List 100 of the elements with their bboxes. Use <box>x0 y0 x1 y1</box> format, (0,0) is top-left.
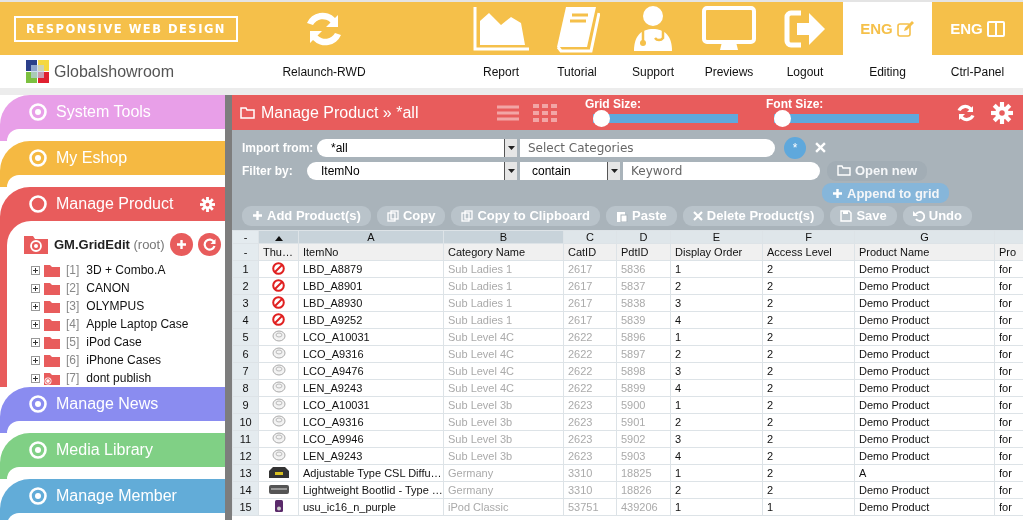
expand-icon[interactable] <box>31 319 40 329</box>
tree-item-label[interactable]: CANON <box>86 281 130 295</box>
ring-thumbnail <box>270 414 287 428</box>
table-cell: Demo Product <box>854 260 995 278</box>
table-cell: 1 <box>670 498 763 516</box>
column-letter[interactable]: B <box>443 230 564 244</box>
table-cell: A <box>854 464 995 482</box>
tree-item-label[interactable]: dont publish <box>86 371 152 385</box>
tree-item[interactable]: [2] CANON <box>23 279 225 297</box>
nav-label[interactable]: Tutorial <box>557 64 597 79</box>
tree-item[interactable]: [4] Apple Laptop Case <box>23 315 225 333</box>
expand-icon[interactable] <box>31 337 40 347</box>
table-cell: Demo Product <box>854 430 995 448</box>
tree-item-label[interactable]: 3D + Combo.A <box>86 263 166 277</box>
keyword-field[interactable]: Keyword <box>623 161 820 180</box>
nav-label[interactable]: Relaunch-RWD <box>282 64 366 79</box>
nav-label[interactable]: Logout <box>786 64 824 79</box>
column-letter[interactable]: G <box>854 230 995 244</box>
expand-icon[interactable] <box>31 283 40 293</box>
tree-root-label: GM.GridEdit (root) <box>54 236 165 252</box>
table-cell: 2 <box>670 277 763 295</box>
table-cell: LEN_A9243 <box>298 447 444 465</box>
table-cell: 2 <box>670 345 763 363</box>
slider-thumb[interactable] <box>774 110 791 127</box>
expand-icon[interactable] <box>31 373 40 383</box>
folder-icon <box>43 334 61 350</box>
column-letter[interactable]: A <box>298 230 444 244</box>
monitor-icon <box>702 5 756 52</box>
table-cell: LBD_A8901 <box>298 277 444 295</box>
table-cell: 2622 <box>563 379 617 397</box>
column-letter[interactable]: E <box>670 230 763 244</box>
tree-item[interactable]: [7] dont publish <box>23 369 225 387</box>
column-letter[interactable]: - <box>232 230 259 244</box>
field-label: Filter by: <box>242 163 294 178</box>
table-cell: 439206 <box>616 498 671 516</box>
settings-icon[interactable] <box>200 196 215 212</box>
ring-thumbnail <box>270 363 287 377</box>
table-cell: 2 <box>762 260 855 278</box>
table-cell: 5901 <box>616 413 671 431</box>
tree-item-label[interactable]: iPhone Cases <box>86 353 162 367</box>
table-cell: Sub Level 4C <box>443 362 564 380</box>
list-view-icon[interactable] <box>497 103 519 122</box>
blocked-icon <box>272 278 285 292</box>
slider-thumb[interactable] <box>593 110 610 127</box>
tree-item[interactable]: [5] iPod Case <box>23 333 225 351</box>
table-cell: LCO_A9476 <box>298 362 444 380</box>
settings-icon[interactable] <box>991 101 1013 124</box>
caret-icon[interactable] <box>610 168 618 173</box>
refresh-icon <box>202 237 216 251</box>
size-slider[interactable] <box>593 110 738 127</box>
tree-item[interactable]: [1] 3D + Combo.A <box>23 261 225 279</box>
folder-icon <box>43 352 61 368</box>
table-cell: 2 <box>670 481 763 499</box>
copy-icon <box>461 209 474 222</box>
table-cell: Germany <box>443 464 564 482</box>
column-letter[interactable] <box>258 230 299 244</box>
close-icon[interactable] <box>815 142 826 153</box>
operator-dropdown[interactable]: contain <box>520 161 620 180</box>
columns-icon <box>986 20 1005 37</box>
expand-icon[interactable] <box>31 265 40 275</box>
column-letter[interactable]: C <box>563 230 617 244</box>
table-cell: 5837 <box>616 277 671 295</box>
language-label: ENG <box>860 20 893 37</box>
grid-view-icon[interactable] <box>533 103 557 122</box>
tree-item-label[interactable]: OLYMPUS <box>86 299 145 313</box>
table-cell: 2 <box>762 481 855 499</box>
table-cell: Sub Level 4C <box>443 345 564 363</box>
logo-icon <box>26 60 49 83</box>
tree-item-label[interactable]: iPod Case <box>86 335 142 349</box>
table-cell: 1 <box>670 260 763 278</box>
sort-up-icon[interactable] <box>274 236 283 241</box>
refresh-button[interactable] <box>197 232 221 256</box>
field-dropdown[interactable]: ItemNo <box>307 161 517 180</box>
tree-item[interactable]: [3] OLYMPUS <box>23 297 225 315</box>
size-slider[interactable] <box>774 110 919 127</box>
expand-icon[interactable] <box>31 301 40 311</box>
nav-label[interactable]: Previews <box>704 64 754 79</box>
table-cell: 5896 <box>616 328 671 346</box>
caret-icon[interactable] <box>507 168 515 173</box>
folder-icon <box>23 233 49 255</box>
column-letter[interactable]: F <box>762 230 855 244</box>
item-index: [6] <box>66 353 80 367</box>
expand-icon[interactable] <box>31 355 40 365</box>
nav-label[interactable]: Ctrl-Panel <box>950 64 1005 79</box>
source-dropdown[interactable]: *all <box>317 138 517 157</box>
item-index: [5] <box>66 335 80 349</box>
tree-item[interactable]: [6] iPhone Cases <box>23 351 225 369</box>
column-letter[interactable]: D <box>616 230 671 244</box>
tree-item-label[interactable]: Apple Laptop Case <box>86 317 189 331</box>
category-field[interactable]: Select Categories <box>520 138 775 157</box>
nav-label[interactable]: Support <box>632 64 674 79</box>
car-part-thumbnail <box>267 483 290 495</box>
table-cell: 5839 <box>616 311 671 329</box>
caret-icon[interactable] <box>507 145 515 150</box>
nav-label[interactable]: Editing <box>869 64 906 79</box>
table-cell: 2 <box>762 464 855 482</box>
item-index: [1] <box>66 263 80 277</box>
nav-label[interactable]: Report <box>483 64 519 79</box>
folder-icon <box>43 298 61 314</box>
add-button[interactable] <box>169 232 193 256</box>
